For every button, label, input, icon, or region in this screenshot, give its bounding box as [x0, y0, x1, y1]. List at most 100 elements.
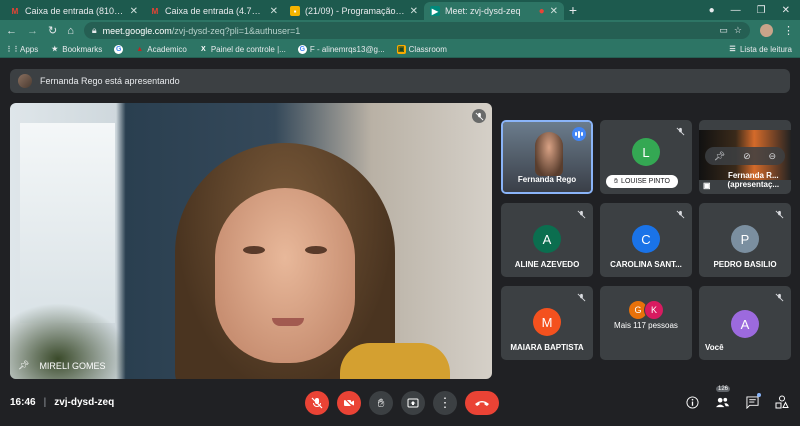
- participants-button[interactable]: 126: [714, 386, 731, 410]
- profile-avatar[interactable]: [760, 24, 773, 37]
- remove-icon[interactable]: ⊖: [769, 151, 777, 162]
- speaker-face: [215, 188, 355, 363]
- presenting-banner[interactable]: Fernanda Rego está apresentando: [10, 69, 790, 93]
- bookmark-google[interactable]: G: [114, 44, 124, 54]
- participant-tile-maiara-baptista[interactable]: M MAIARA BAPTISTA: [501, 286, 593, 360]
- participant-tile-aline-azevedo[interactable]: A ALINE AZEVEDO: [501, 203, 593, 277]
- reload-icon[interactable]: ↻: [48, 24, 57, 37]
- participant-tile-fernanda-rego[interactable]: Fernanda Rego: [501, 120, 593, 194]
- meeting-controls-bar: 16:46 | zvj-dysd-zeq ✋︎ ⋮ 126: [0, 384, 800, 426]
- avatar: P: [731, 225, 759, 253]
- bookmark-google-account[interactable]: GF - alinemrqs13@g...: [297, 44, 385, 54]
- mic-off-icon: [674, 208, 686, 220]
- bookmark-classroom[interactable]: ▣ Classroom: [396, 44, 447, 54]
- people-icon: [715, 397, 729, 407]
- meeting-info: 16:46 | zvj-dysd-zeq: [10, 397, 114, 408]
- window-controls: ● — ❐ ✕: [709, 0, 800, 20]
- grouped-avatars: G K: [628, 300, 664, 320]
- close-tab-icon[interactable]: ✕: [130, 6, 138, 17]
- bookmark-label: F - alinemrqs13@g...: [309, 44, 385, 54]
- pin-icon[interactable]: 📌︎: [18, 360, 29, 371]
- forward-icon[interactable]: →: [27, 25, 38, 37]
- avatar: M: [533, 308, 561, 336]
- bookmark-apps[interactable]: ⋮⋮ Apps: [5, 45, 39, 54]
- close-tab-icon[interactable]: ✕: [270, 6, 278, 17]
- google-icon: G: [114, 44, 124, 54]
- bookmark-label: Painel de controle |...: [210, 44, 286, 54]
- bookmark-label: Classroom: [408, 44, 447, 54]
- back-icon[interactable]: ←: [6, 25, 17, 37]
- gmail-icon: M: [151, 6, 159, 16]
- address-bar[interactable]: 🔒︎ meet.google.com/zvj-dysd-zeq?pli=1&au…: [83, 22, 750, 39]
- leave-call-button[interactable]: [465, 391, 499, 415]
- bookmark-academico[interactable]: ▲ Academico: [135, 45, 187, 54]
- apps-grid-icon: ⋮⋮: [5, 46, 20, 53]
- chat-button[interactable]: [744, 393, 761, 410]
- tab-gmail-inbox-2[interactable]: M Caixa de entrada (4.712) - alinem ✕: [144, 2, 284, 20]
- star-icon: ★: [51, 46, 58, 53]
- bookmark-painel[interactable]: X Painel de controle |...: [199, 45, 286, 54]
- notification-dot: [757, 393, 761, 397]
- participant-figure: [535, 132, 563, 176]
- camera-toggle-button[interactable]: [337, 391, 361, 415]
- speaker-name: MIRELI GOMES: [39, 360, 106, 371]
- activities-button[interactable]: [774, 394, 790, 410]
- participant-tile-self[interactable]: A Você: [699, 286, 791, 360]
- bookmarks-bar: ⋮⋮ Apps ★ Bookmarks G ▲ Academico X Painel d…: [0, 41, 800, 58]
- participant-tile-presentation[interactable]: 📌︎ ⊘ ⊖ ▣ Fernanda R... (apresentaç...: [699, 120, 791, 194]
- avatar: [18, 74, 32, 88]
- reading-list-icon: ☰: [729, 46, 736, 53]
- mute-presentation-icon[interactable]: ⊘: [743, 151, 751, 162]
- bookmark-label: Academico: [147, 44, 187, 54]
- participant-name: Mais 117 pessoas: [614, 321, 678, 330]
- tab-meet[interactable]: ▶ Meet: zvj-dysd-zeq ● ✕: [424, 2, 564, 20]
- meet-icon: ▶: [430, 6, 440, 16]
- participant-tile-more-people[interactable]: G K Mais 117 pessoas: [600, 286, 692, 360]
- participant-tile-pedro-basilio[interactable]: P PEDRO BASILIO: [699, 203, 791, 277]
- presentation-label: ▣ Fernanda R... (apresentaç...: [703, 172, 791, 190]
- academico-icon: ▲: [136, 45, 144, 53]
- new-tab-button[interactable]: +: [564, 2, 582, 20]
- tab-gmail-inbox-1[interactable]: M Caixa de entrada (810) - alinemr ✕: [4, 2, 144, 20]
- meeting-time: 16:46: [10, 397, 36, 408]
- close-tab-icon[interactable]: ✕: [410, 6, 418, 17]
- participant-name: CAROLINA SANT...: [610, 260, 682, 269]
- bookmark-bookmarks[interactable]: ★ Bookmarks: [50, 45, 103, 54]
- close-tab-icon[interactable]: ✕: [550, 6, 558, 17]
- minimize-icon[interactable]: —: [731, 5, 741, 16]
- meeting-details-button[interactable]: [684, 394, 700, 410]
- participant-name: Fernanda R... (apresentaç...: [727, 171, 780, 190]
- avatar: A: [731, 310, 759, 338]
- mic-off-icon: [773, 208, 785, 220]
- present-now-button[interactable]: [401, 391, 425, 415]
- present-screen-icon: [407, 398, 419, 408]
- camera-icon[interactable]: ▭: [719, 25, 728, 36]
- participant-tile-louise-pinto[interactable]: L ✋︎ LOUISE PINTO: [600, 120, 692, 194]
- bookmark-star-icon[interactable]: ☆: [734, 25, 742, 36]
- browser-tab-strip: M Caixa de entrada (810) - alinemr ✕ M C…: [0, 0, 800, 20]
- hang-up-icon: [475, 401, 489, 406]
- main-speaker-video[interactable]: 📌︎ MIRELI GOMES: [10, 103, 492, 379]
- pin-icon[interactable]: 📌︎: [714, 151, 725, 162]
- home-icon[interactable]: ⌂: [67, 25, 74, 37]
- tab-programacao[interactable]: ▪ (21/09) - Programação Enfermag ✕: [284, 2, 424, 20]
- tab-title: Caixa de entrada (4.712) - alinem: [165, 6, 265, 16]
- avatar: C: [632, 225, 660, 253]
- participant-tile-carolina[interactable]: C CAROLINA SANT...: [600, 203, 692, 277]
- participant-name: PEDRO BASILIO: [713, 260, 777, 269]
- mic-off-icon: [575, 291, 587, 303]
- raise-hand-button[interactable]: ✋︎: [369, 391, 393, 415]
- url-host: meet.google.com: [102, 25, 172, 36]
- microphone-toggle-button[interactable]: [305, 391, 329, 415]
- maximize-icon[interactable]: ❐: [757, 5, 766, 16]
- reading-list[interactable]: ☰ Lista de leitura: [728, 45, 792, 54]
- google-icon: G: [297, 44, 307, 54]
- close-window-icon[interactable]: ✕: [782, 5, 790, 16]
- more-options-button[interactable]: ⋮: [433, 391, 457, 415]
- hand-icon: ✋︎: [377, 395, 385, 410]
- mic-off-icon: [311, 397, 323, 409]
- profile-dot-icon[interactable]: ●: [709, 5, 715, 16]
- activities-shapes-icon: [775, 395, 789, 409]
- participant-name: Você: [705, 343, 724, 352]
- menu-dots-icon[interactable]: ⋮: [783, 24, 794, 37]
